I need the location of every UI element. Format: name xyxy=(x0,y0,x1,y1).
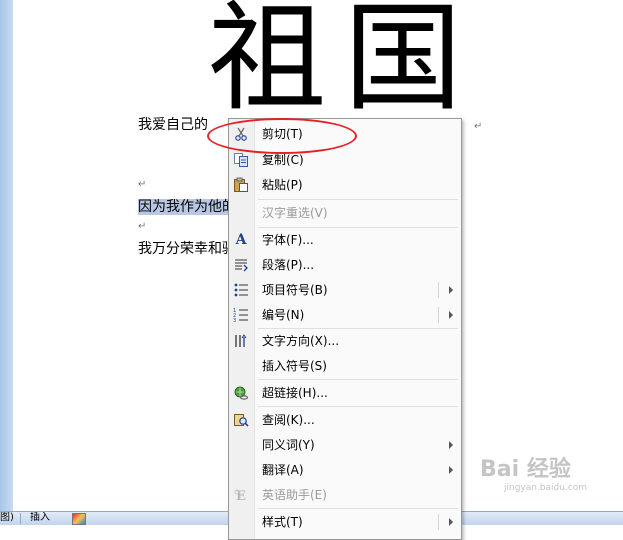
hyperlink-icon xyxy=(233,385,249,401)
paste-icon xyxy=(233,177,249,193)
menu-item-hyperlink[interactable]: 超链接(H)... xyxy=(229,381,461,405)
paragraph-icon xyxy=(233,257,249,273)
document-line-4: 我万分荣幸和骄 xyxy=(138,241,236,257)
bullets-icon xyxy=(233,282,249,298)
menu-item-styles[interactable]: 样式(T) xyxy=(229,510,461,534)
submenu-divider xyxy=(438,282,439,298)
watermark-main: Bai 经验 xyxy=(480,457,571,482)
menu-item-translate[interactable]: 翻译(A) xyxy=(229,458,461,482)
submenu-arrow-icon xyxy=(449,466,453,474)
paragraph-mark: ↵ xyxy=(138,221,147,232)
copy-icon xyxy=(233,152,249,168)
menu-item-label: 复制(C) xyxy=(262,153,304,167)
menu-item-label: 剪切(T) xyxy=(262,127,303,141)
menu-item-label: 项目符号(B) xyxy=(262,283,328,297)
menu-item-label: 英语助手(E) xyxy=(262,488,327,502)
menu-item-numbering[interactable]: 123 编号(N) xyxy=(229,303,461,327)
watermark-sub: jingyan.baidu.com xyxy=(504,483,588,493)
english-assistant-icon: E xyxy=(233,487,249,503)
menu-item-label: 同义词(Y) xyxy=(262,438,315,452)
document-line-1: 我爱自己的 xyxy=(138,117,208,133)
menu-separator xyxy=(258,379,458,380)
menu-item-copy[interactable]: 复制(C) xyxy=(229,148,461,172)
menu-item-label: 字体(F)... xyxy=(262,233,314,247)
submenu-arrow-icon xyxy=(449,311,453,319)
submenu-divider xyxy=(438,514,439,530)
menu-item-label: 超链接(H)... xyxy=(262,386,328,400)
menu-item-label: 文字方向(X)... xyxy=(262,334,340,348)
menu-item-cut[interactable]: 剪切(T) xyxy=(229,122,461,146)
menu-item-label: 段落(P)... xyxy=(262,258,315,272)
menu-item-text-direction[interactable]: 文字方向(X)... xyxy=(229,329,461,353)
text-direction-icon xyxy=(233,333,249,349)
submenu-arrow-icon xyxy=(449,441,453,449)
menu-separator xyxy=(258,508,458,509)
document-big-title: 祖国 xyxy=(208,0,481,127)
menu-separator xyxy=(258,199,458,200)
picture-icon[interactable] xyxy=(72,513,86,525)
menu-item-label: 编号(N) xyxy=(262,308,305,322)
menu-item-paragraph[interactable]: 段落(P)... xyxy=(229,253,461,277)
baidu-jingyan-watermark: Bai 经验 jingyan.baidu.com xyxy=(480,458,623,498)
menu-item-synonyms[interactable]: 同义词(Y) xyxy=(229,433,461,457)
menu-separator xyxy=(258,406,458,407)
menu-item-label: 查阅(K)... xyxy=(262,413,315,427)
menu-item-label: 翻译(A) xyxy=(262,463,304,477)
menu-item-english-assistant[interactable]: E 英语助手(E) xyxy=(229,483,461,507)
scissors-icon xyxy=(233,126,249,142)
lookup-icon xyxy=(233,412,249,428)
paragraph-mark: ↵ xyxy=(138,179,147,190)
selected-text[interactable]: 因为我作为他的 xyxy=(138,199,236,215)
toolbar-separator xyxy=(20,513,21,524)
context-menu: 剪切(T) 复制(C) 粘贴(P) 汉字重选(V) A 字体(F)... 段落(… xyxy=(228,118,462,540)
toolbar-insert-tab[interactable]: 插入 xyxy=(30,512,50,524)
menu-item-insert-symbol[interactable]: 插入符号(S) xyxy=(229,354,461,378)
menu-item-hanzi-reselect[interactable]: 汉字重选(V) xyxy=(229,201,461,225)
numbering-icon: 123 xyxy=(233,307,249,323)
menu-item-font[interactable]: A 字体(F)... xyxy=(229,228,461,252)
svg-text:E: E xyxy=(236,489,246,503)
toolbar-item-left[interactable]: 图) xyxy=(0,512,14,524)
font-icon: A xyxy=(235,232,247,248)
menu-item-label: 样式(T) xyxy=(262,515,303,529)
submenu-arrow-icon xyxy=(449,286,453,294)
menu-item-paste[interactable]: 粘贴(P) xyxy=(229,173,461,197)
menu-item-label: 粘贴(P) xyxy=(262,178,303,192)
menu-item-bullets[interactable]: 项目符号(B) xyxy=(229,278,461,302)
left-ruler-strip xyxy=(0,0,14,512)
svg-text:3: 3 xyxy=(233,318,236,323)
submenu-divider xyxy=(438,307,439,323)
document-line-3: 因为我作为他的 xyxy=(138,198,236,216)
menu-item-label: 插入符号(S) xyxy=(262,359,327,373)
paragraph-mark: ↵ xyxy=(474,121,483,132)
menu-item-label: 汉字重选(V) xyxy=(262,206,328,220)
menu-item-lookup[interactable]: 查阅(K)... xyxy=(229,408,461,432)
